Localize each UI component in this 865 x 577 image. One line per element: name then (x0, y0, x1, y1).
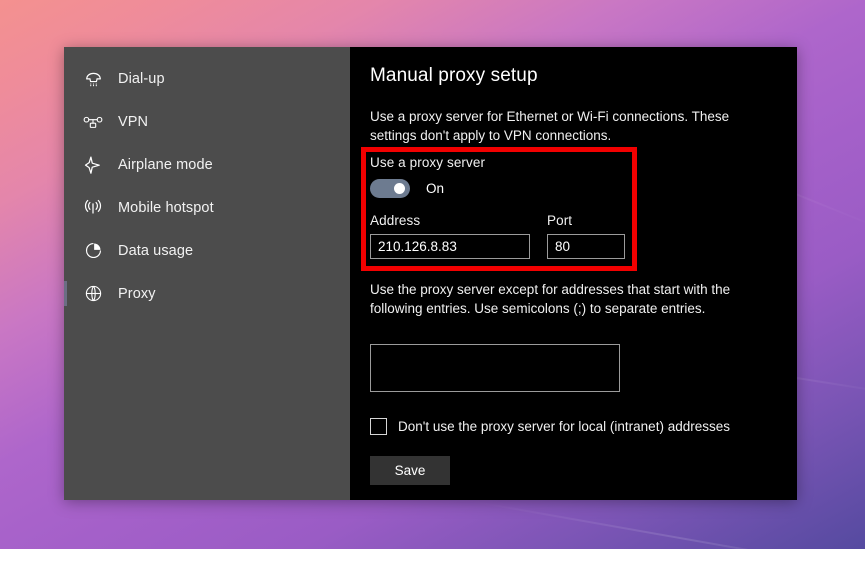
address-port-row: Address Port (370, 213, 630, 259)
wallpaper-streak (469, 500, 865, 577)
sidebar-item-label: VPN (118, 113, 149, 130)
airplane-icon (78, 153, 108, 177)
selection-indicator (64, 195, 67, 220)
proxy-description: Use a proxy server for Ethernet or Wi-Fi… (370, 109, 730, 143)
page-title: Manual proxy setup (370, 65, 538, 86)
exceptions-description: Use the proxy server except for addresse… (370, 282, 731, 316)
sidebar-item-proxy[interactable]: Proxy (64, 272, 350, 315)
sidebar-item-airplane-mode[interactable]: Airplane mode (64, 143, 350, 186)
sidebar-item-vpn[interactable]: VPN (64, 100, 350, 143)
settings-window: Dial-up VPN Airplane mode Mobile hotspot… (64, 47, 797, 500)
selection-indicator (64, 66, 67, 91)
sidebar-item-label: Airplane mode (118, 156, 213, 173)
sidebar-item-label: Mobile hotspot (118, 199, 214, 216)
sidebar-item-label: Data usage (118, 242, 194, 259)
use-proxy-toggle[interactable] (370, 179, 410, 198)
selection-indicator (64, 281, 67, 306)
vpn-icon (78, 110, 108, 134)
pie-chart-icon (78, 239, 108, 263)
use-proxy-server-label: Use a proxy server (370, 155, 486, 170)
port-input[interactable] (547, 234, 625, 259)
address-label: Address (370, 213, 421, 228)
local-bypass-label: Don't use the proxy server for local (in… (398, 418, 730, 434)
exceptions-input[interactable] (370, 343, 620, 392)
selection-indicator (64, 109, 67, 134)
globe-icon (78, 282, 108, 306)
desktop-wallpaper: Dial-up VPN Airplane mode Mobile hotspot… (0, 0, 865, 577)
local-bypass-checkbox[interactable] (370, 417, 387, 435)
port-field-group: Port (547, 213, 625, 259)
save-button[interactable]: Save (370, 455, 450, 485)
hotspot-icon (78, 196, 108, 220)
sidebar-item-label: Dial-up (118, 70, 165, 87)
address-field-group: Address (370, 213, 530, 259)
settings-sidebar: Dial-up VPN Airplane mode Mobile hotspot… (64, 47, 350, 500)
sidebar-item-mobile-hotspot[interactable]: Mobile hotspot (64, 186, 350, 229)
sidebar-item-dial-up[interactable]: Dial-up (64, 57, 350, 100)
selection-indicator (64, 238, 67, 263)
address-input[interactable] (370, 234, 530, 259)
dialup-icon (78, 67, 108, 91)
proxy-exceptions-group: Use the proxy server except for addresse… (370, 280, 790, 485)
use-proxy-toggle-row: On (370, 179, 630, 198)
toggle-knob (394, 183, 405, 194)
use-proxy-server-group: Use a proxy server On Address Port (370, 155, 630, 259)
settings-content-pane: Manual proxy setup Use a proxy server fo… (350, 47, 797, 500)
port-label: Port (547, 213, 573, 228)
toggle-state-label: On (426, 181, 445, 196)
selection-indicator (64, 152, 67, 177)
sidebar-item-label: Proxy (118, 285, 156, 302)
local-bypass-row[interactable]: Don't use the proxy server for local (in… (370, 417, 790, 435)
sidebar-item-data-usage[interactable]: Data usage (64, 229, 350, 272)
